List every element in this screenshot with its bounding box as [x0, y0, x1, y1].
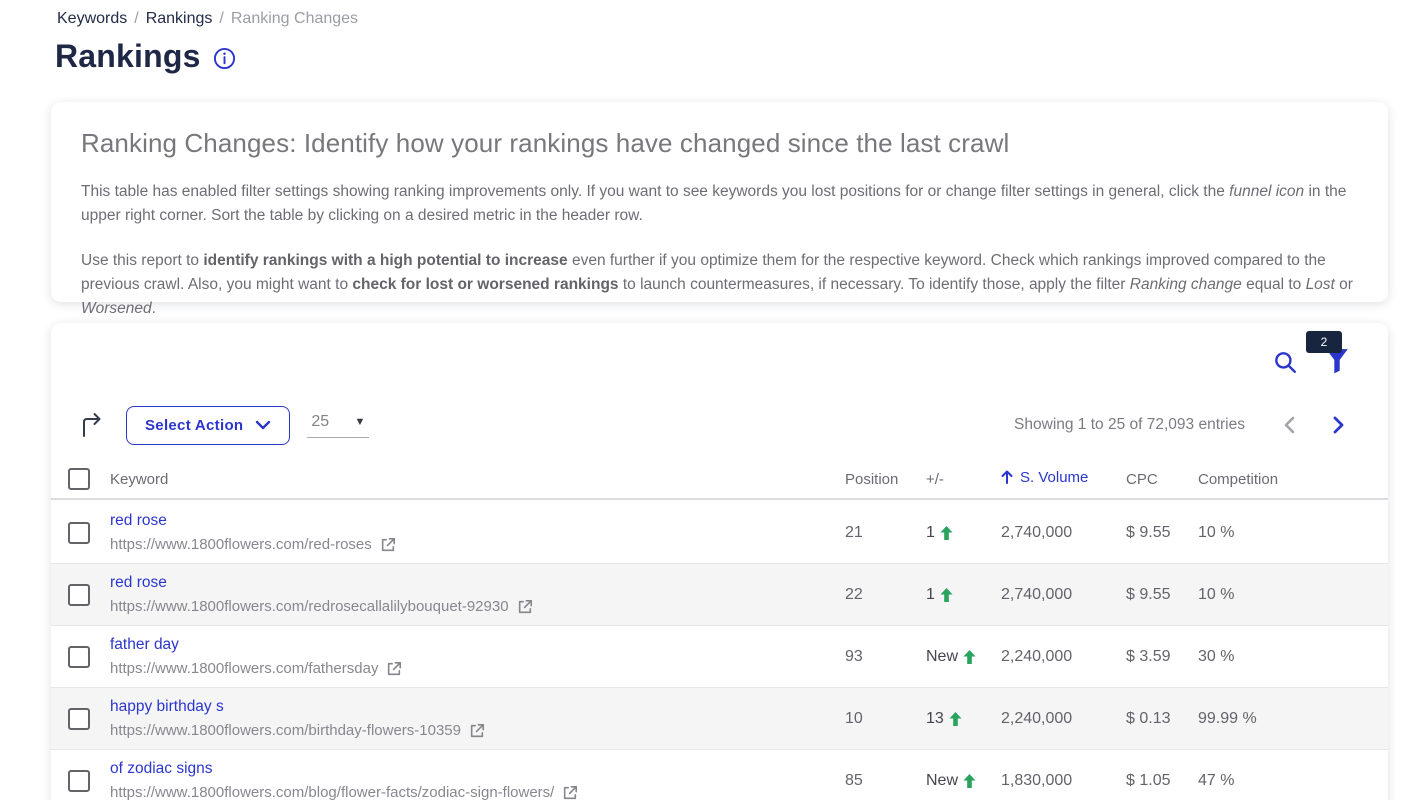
header-change[interactable]: +/- — [926, 471, 1001, 488]
volume-value: 2,740,000 — [1001, 524, 1126, 542]
info-paragraph-1: This table has enabled filter settings s… — [81, 180, 1358, 228]
table-row: red rose https://www.1800flowers.com/red… — [51, 564, 1388, 626]
row-checkbox[interactable] — [68, 584, 90, 606]
select-all-checkbox[interactable] — [68, 468, 90, 490]
change-value: New — [926, 648, 958, 666]
row-checkbox[interactable] — [68, 646, 90, 668]
external-link-icon[interactable] — [517, 599, 533, 615]
header-cpc[interactable]: CPC — [1126, 471, 1198, 488]
keyword-link[interactable]: father day — [110, 636, 179, 654]
external-link-icon[interactable] — [386, 661, 402, 677]
external-link-icon[interactable] — [469, 723, 485, 739]
breadcrumb-current: Ranking Changes — [231, 10, 358, 27]
cpc-value: $ 0.13 — [1126, 710, 1198, 728]
competition-value: 10 % — [1198, 524, 1388, 542]
breadcrumb-rankings[interactable]: Rankings — [146, 10, 213, 27]
position-value: 85 — [845, 772, 926, 790]
header-competition[interactable]: Competition — [1198, 471, 1388, 488]
volume-value: 2,240,000 — [1001, 710, 1126, 728]
change-value: 13 — [926, 710, 944, 728]
external-link-icon[interactable] — [380, 537, 396, 553]
select-action-button[interactable]: Select Action — [126, 406, 290, 445]
change-value: 1 — [926, 586, 935, 604]
header-keyword[interactable]: Keyword — [110, 471, 845, 488]
filter-count-badge: 2 — [1306, 331, 1342, 353]
breadcrumb-keywords[interactable]: Keywords — [57, 10, 127, 27]
page-size-select[interactable]: 25 ▼ — [307, 413, 369, 438]
position-value: 21 — [845, 524, 926, 542]
breadcrumb-separator: / — [134, 10, 138, 27]
export-arrow-icon[interactable] — [80, 412, 104, 438]
row-checkbox[interactable] — [68, 770, 90, 792]
keyword-link[interactable]: red rose — [110, 512, 167, 530]
competition-value: 10 % — [1198, 586, 1388, 604]
info-panel: Ranking Changes: Identify how your ranki… — [51, 102, 1388, 302]
position-value: 10 — [845, 710, 926, 728]
table-toolbar: Select Action 25 ▼ Showing 1 to 25 of 72… — [51, 403, 1388, 447]
volume-value: 2,740,000 — [1001, 586, 1126, 604]
next-page-chevron[interactable] — [1332, 416, 1345, 434]
table-body: red rose https://www.1800flowers.com/red… — [51, 502, 1388, 800]
page-title: Rankings — [55, 38, 201, 75]
up-arrow-icon — [963, 774, 976, 788]
chevron-down-icon — [255, 420, 271, 430]
change-value: 1 — [926, 524, 935, 542]
table-row: red rose https://www.1800flowers.com/red… — [51, 502, 1388, 564]
funnel-filter-icon[interactable]: 2 — [1324, 347, 1350, 375]
cpc-value: $ 3.59 — [1126, 648, 1198, 666]
sort-arrow-up-icon — [1001, 470, 1013, 485]
info-circle-icon[interactable] — [213, 47, 236, 70]
breadcrumb: Keywords / Rankings / Ranking Changes — [57, 10, 358, 28]
rankings-table-panel: 2 Select Action 25 ▼ — [51, 323, 1388, 800]
keyword-url: https://www.1800flowers.com/red-roses — [110, 536, 372, 553]
competition-value: 30 % — [1198, 648, 1388, 666]
info-panel-heading: Ranking Changes: Identify how your ranki… — [81, 128, 1358, 159]
keyword-link[interactable]: happy birthday s — [110, 698, 224, 716]
prev-page-chevron[interactable] — [1283, 416, 1296, 434]
keyword-url: https://www.1800flowers.com/fathersday — [110, 660, 378, 677]
competition-value: 47 % — [1198, 772, 1388, 790]
keyword-url: https://www.1800flowers.com/blog/flower-… — [110, 784, 554, 800]
up-arrow-icon — [963, 650, 976, 664]
keyword-url: https://www.1800flowers.com/birthday-flo… — [110, 722, 461, 739]
row-checkbox[interactable] — [68, 522, 90, 544]
table-row: of zodiac signs https://www.1800flowers.… — [51, 750, 1388, 800]
header-volume-sorted[interactable]: S. Volume — [1001, 469, 1088, 486]
header-position[interactable]: Position — [845, 471, 926, 488]
caret-down-icon: ▼ — [354, 416, 365, 428]
cpc-value: $ 9.55 — [1126, 586, 1198, 604]
cpc-value: $ 9.55 — [1126, 524, 1198, 542]
keyword-link[interactable]: of zodiac signs — [110, 760, 213, 778]
info-paragraph-2: Use this report to identify rankings wit… — [81, 249, 1358, 321]
search-icon[interactable] — [1272, 349, 1298, 375]
up-arrow-icon — [940, 588, 953, 602]
table-row: father day https://www.1800flowers.com/f… — [51, 626, 1388, 688]
table-row: happy birthday s https://www.1800flowers… — [51, 688, 1388, 750]
keyword-link[interactable]: red rose — [110, 574, 167, 592]
showing-entries-text: Showing 1 to 25 of 72,093 entries — [1014, 416, 1245, 434]
breadcrumb-separator: / — [219, 10, 223, 27]
cpc-value: $ 1.05 — [1126, 772, 1198, 790]
volume-value: 2,240,000 — [1001, 648, 1126, 666]
volume-value: 1,830,000 — [1001, 772, 1126, 790]
position-value: 93 — [845, 648, 926, 666]
up-arrow-icon — [940, 526, 953, 540]
table-header-row: Keyword Position +/- S. Volume CPC Compe… — [51, 460, 1388, 500]
external-link-icon[interactable] — [562, 785, 578, 800]
row-checkbox[interactable] — [68, 708, 90, 730]
position-value: 22 — [845, 586, 926, 604]
up-arrow-icon — [949, 712, 962, 726]
rankings-page: Keywords / Rankings / Ranking Changes Rankin… — [0, 0, 1422, 800]
competition-value: 99.99 % — [1198, 710, 1388, 728]
change-value: New — [926, 772, 958, 790]
keyword-url: https://www.1800flowers.com/redrosecalla… — [110, 598, 509, 615]
